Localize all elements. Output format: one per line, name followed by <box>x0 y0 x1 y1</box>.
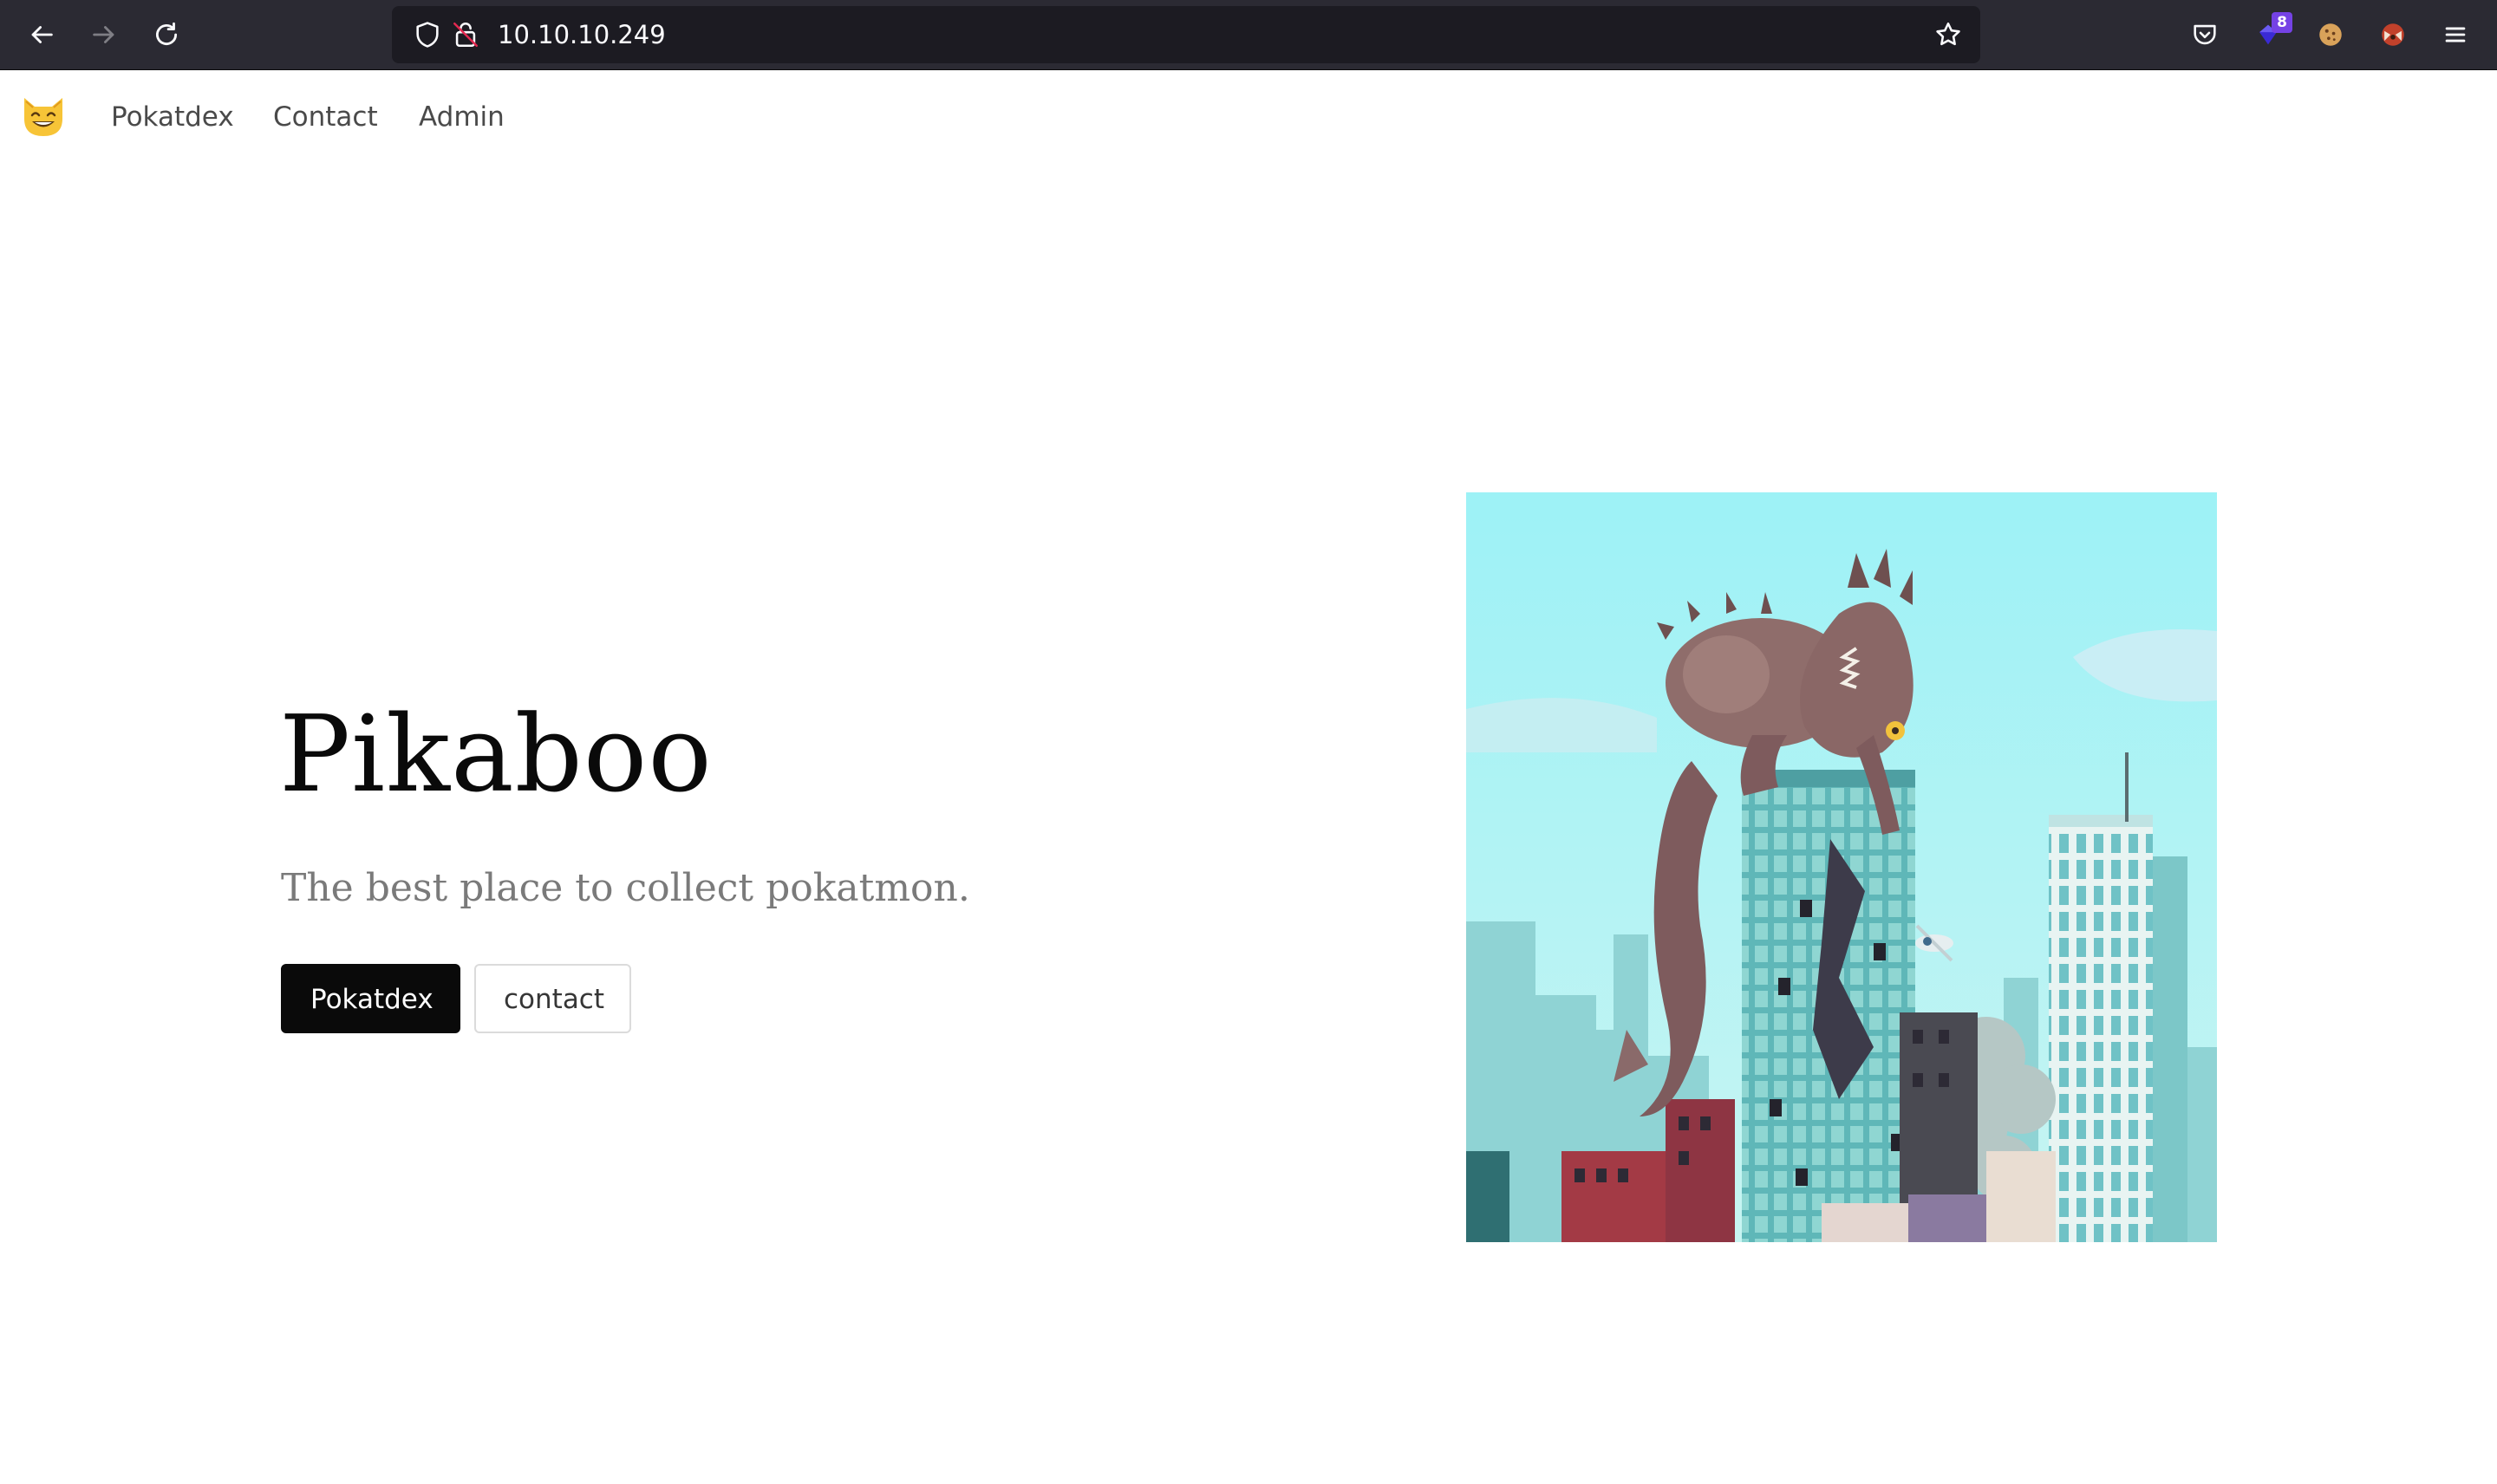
extension-badge: 8 <box>2272 12 2292 33</box>
nav-link-admin[interactable]: Admin <box>419 70 505 164</box>
extension-icon[interactable]: 8 <box>2251 12 2292 52</box>
url-text[interactable]: 10.10.10.249 <box>498 6 666 63</box>
monster-city-illustration <box>1466 492 2217 1242</box>
back-button[interactable] <box>22 15 62 55</box>
pocket-icon[interactable] <box>2187 17 2222 52</box>
back-arrow-icon <box>31 26 53 43</box>
site-navbar: Pokatdex Contact Admin <box>0 70 2497 164</box>
nav-link-pokatdex[interactable]: Pokatdex <box>111 70 234 164</box>
browser-toolbar: 10.10.10.249 8 <box>0 0 2497 70</box>
shield-icon[interactable] <box>411 18 444 51</box>
forward-arrow-icon <box>93 26 114 43</box>
nav-link-contact[interactable]: Contact <box>273 70 378 164</box>
hero-illustration <box>1466 492 2217 1242</box>
hero-subtitle: The best place to collect pokatmon. <box>281 866 970 910</box>
url-bar[interactable]: 10.10.10.249 <box>392 6 1980 63</box>
insecure-lock-icon[interactable] <box>449 18 482 51</box>
cookie-icon[interactable] <box>2313 17 2348 52</box>
grinning-cat-icon[interactable] <box>19 93 68 140</box>
forward-button[interactable] <box>84 15 124 55</box>
hero-title: Pikaboo <box>279 693 713 816</box>
reload-button[interactable] <box>147 15 186 55</box>
fox-extension-icon[interactable] <box>2376 17 2410 52</box>
contact-button[interactable]: contact <box>474 964 631 1033</box>
hamburger-menu-icon[interactable] <box>2438 17 2473 52</box>
pokatdex-button[interactable]: Pokatdex <box>281 964 460 1033</box>
star-icon[interactable] <box>1932 18 1965 51</box>
reload-icon <box>156 22 178 46</box>
